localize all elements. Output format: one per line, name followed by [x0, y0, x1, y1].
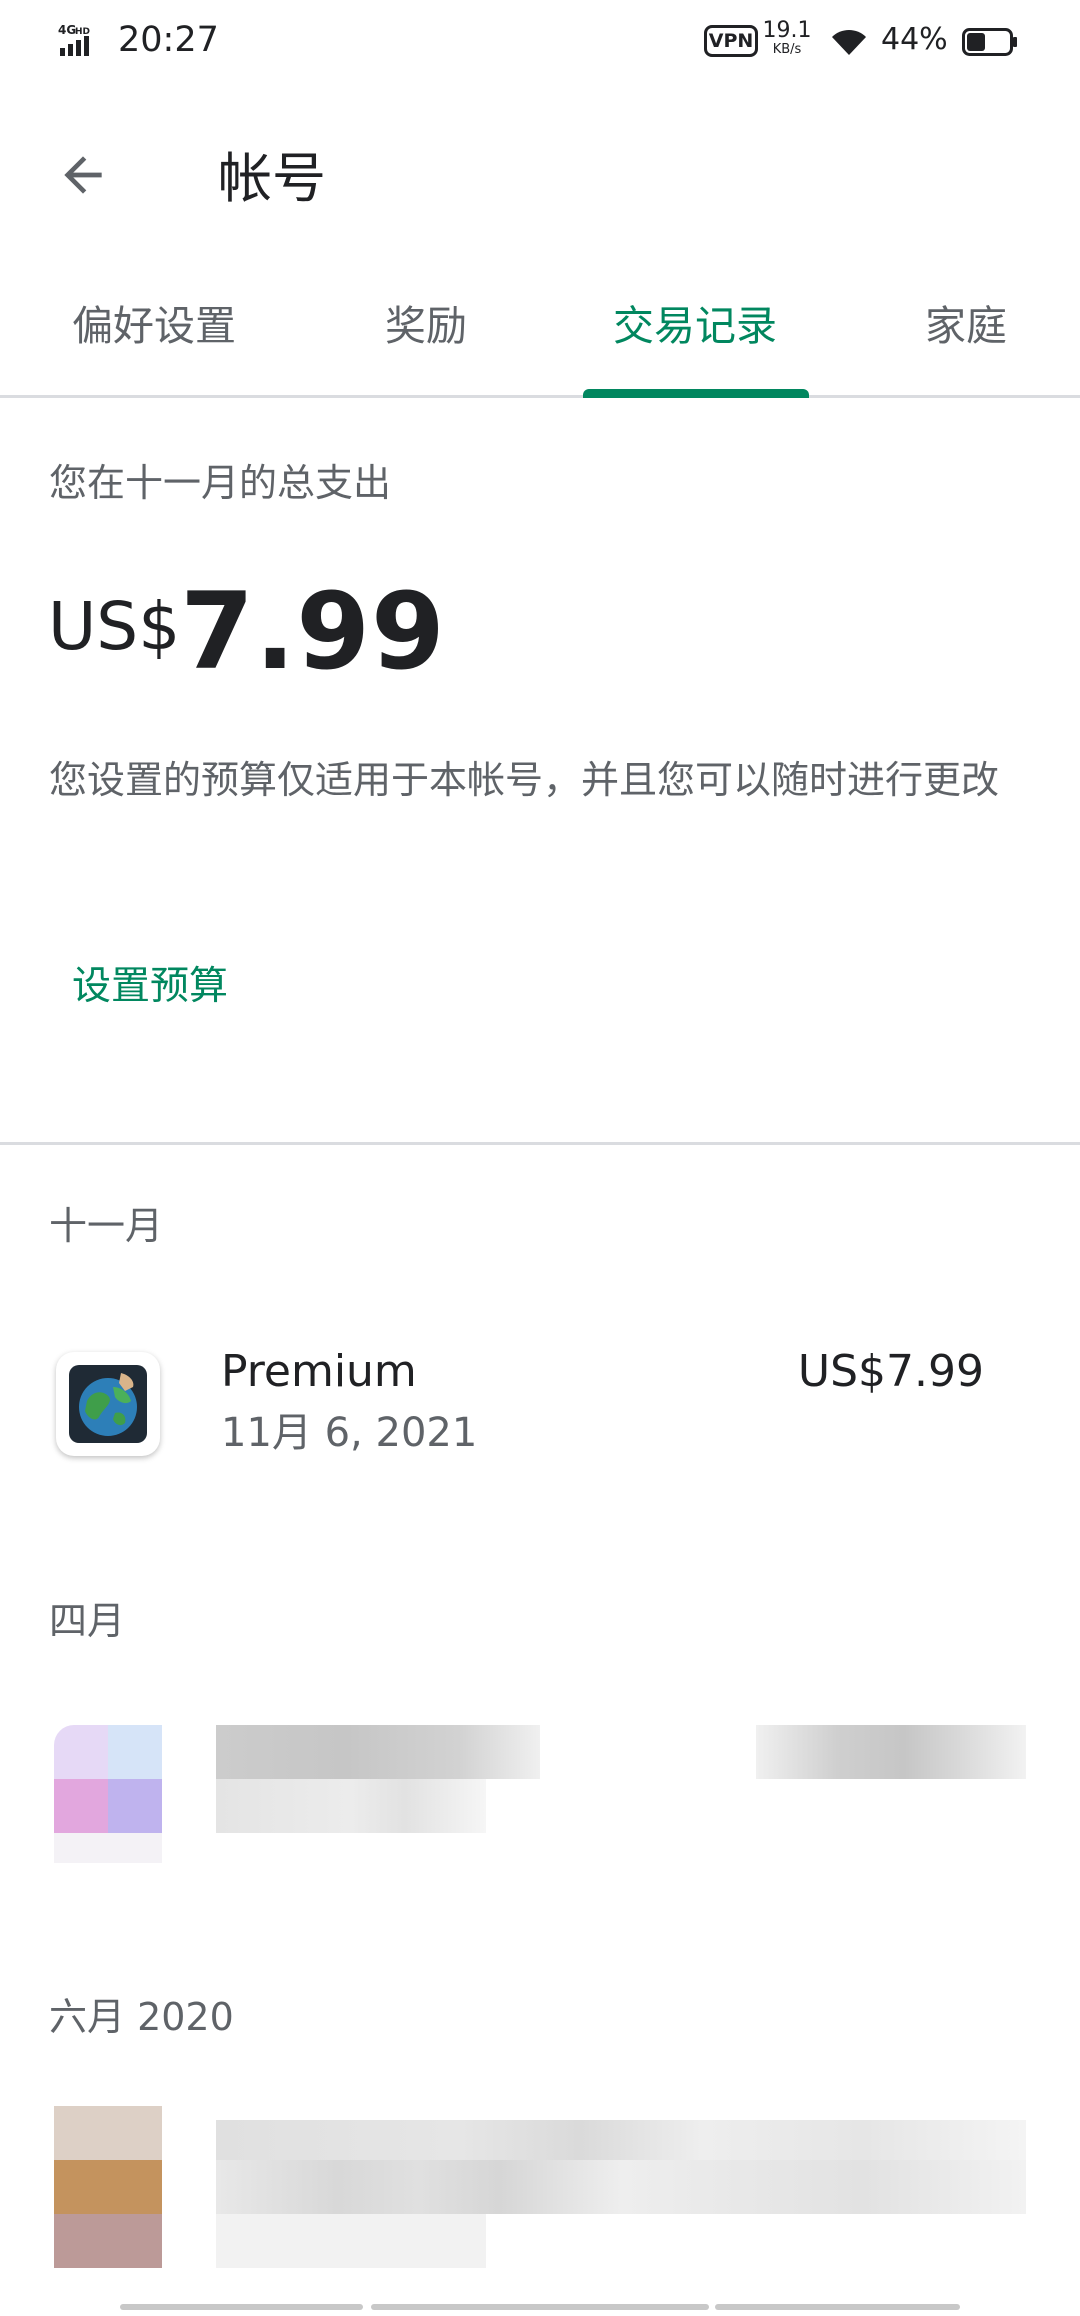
network-speed: 19.1 KB/s: [762, 20, 812, 58]
battery-percent: 44%: [881, 22, 948, 57]
wifi-icon: [832, 29, 866, 55]
page-title: 帐号: [218, 147, 326, 210]
app-bar: 帐号: [0, 110, 1080, 220]
status-time: 20:27: [118, 20, 219, 60]
gesture-hint: [715, 2304, 960, 2310]
gesture-hint: [371, 2304, 709, 2310]
tab-bar: 偏好设置 奖励 交易记录 家庭: [0, 262, 1080, 398]
month-header: 十一月: [49, 1204, 164, 1248]
tab-family[interactable]: 家庭: [925, 292, 1007, 352]
obscured-transaction-item: [0, 2106, 1080, 2276]
transaction-title: Premium: [221, 1346, 417, 1397]
network-speed-value: 19.1: [762, 18, 812, 43]
svg-text:HD: HD: [75, 27, 90, 37]
transaction-item[interactable]: Premium 11月 6, 2021 US$7.99: [0, 1346, 1080, 1492]
month-header: 六月 2020: [49, 1995, 234, 2039]
section-divider: [0, 1142, 1080, 1145]
month-header: 四月: [49, 1599, 126, 1643]
active-tab-indicator: [583, 389, 809, 398]
gesture-hint: [120, 2304, 363, 2310]
back-button[interactable]: [38, 130, 128, 220]
tab-rewards[interactable]: 奖励: [385, 292, 467, 352]
network-speed-unit: KB/s: [772, 42, 802, 57]
cellular-signal-icon: 4G HD: [58, 23, 90, 56]
vpn-icon: VPN: [704, 25, 758, 57]
monthly-spend-total: US$7.99: [48, 570, 446, 693]
total-currency: US$: [48, 588, 181, 665]
battery-icon: [962, 28, 1017, 56]
budget-note: 您设置的预算仅适用于本帐号，并且您可以随时进行更改: [49, 758, 1000, 802]
obscured-transaction-item: [0, 1725, 1080, 1885]
set-budget-button[interactable]: 设置预算: [72, 955, 228, 1011]
monthly-spend-caption: 您在十一月的总支出: [49, 461, 392, 505]
transaction-date: 11月 6, 2021: [221, 1410, 478, 1456]
arrow-back-icon: [64, 156, 102, 194]
svg-text:4G: 4G: [58, 23, 76, 37]
tab-purchase-history[interactable]: 交易记录: [613, 292, 777, 352]
status-bar: 4G HD 20:27 VPN 19.1 KB/s 44%: [0, 0, 1080, 86]
tab-preferences[interactable]: 偏好设置: [72, 292, 236, 352]
total-amount: 7.99: [180, 570, 446, 693]
transaction-price: US$7.99: [797, 1346, 984, 1397]
globe-app-icon: [56, 1352, 160, 1456]
